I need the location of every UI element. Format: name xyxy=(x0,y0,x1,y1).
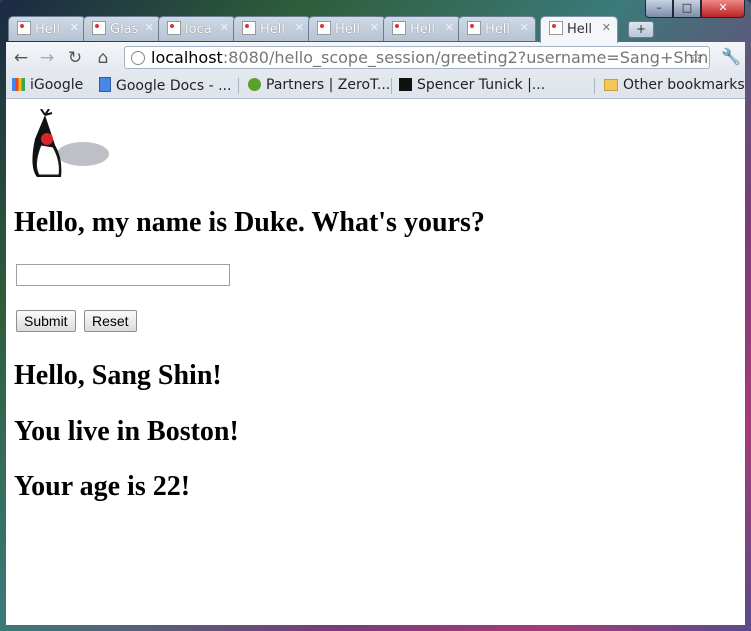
bookmark-google-docs[interactable]: Google Docs - ... xyxy=(99,77,231,94)
reset-button[interactable]: Reset xyxy=(84,310,137,332)
name-input[interactable] xyxy=(16,264,230,286)
tab-label: Hell xyxy=(35,22,60,37)
tab-close-icon[interactable]: ✕ xyxy=(220,21,229,34)
tab-label: Hell xyxy=(335,22,360,37)
bookmark-igoogle[interactable]: iGoogle xyxy=(12,77,83,93)
loading-spinner-icon xyxy=(549,21,563,35)
url-path: :8080/hello_scope_session/greeting2?user… xyxy=(222,48,709,67)
tab-label: loca xyxy=(185,22,212,37)
wrench-icon[interactable]: 🔧 xyxy=(721,47,741,66)
tab[interactable]: Hell ✕ xyxy=(8,16,86,41)
page-favicon-icon xyxy=(392,21,406,35)
globe-icon xyxy=(131,51,145,65)
bookmark-separator xyxy=(238,78,239,94)
google-icon xyxy=(12,78,25,91)
tab[interactable]: loca ✕ xyxy=(158,16,236,41)
tab-close-icon[interactable]: ✕ xyxy=(70,21,79,34)
bookmark-label: Partners | ZeroT... xyxy=(266,77,391,93)
tab-label: Glas xyxy=(110,22,139,37)
bookmark-label: Google Docs - ... xyxy=(116,78,232,94)
tab-close-icon[interactable]: ✕ xyxy=(602,21,611,34)
tab[interactable]: Hell ✕ xyxy=(458,16,536,41)
page-favicon-icon xyxy=(17,21,31,35)
tab[interactable]: Hell ✕ xyxy=(233,16,311,41)
page-favicon-icon xyxy=(167,21,181,35)
page-favicon-icon xyxy=(317,21,331,35)
bookmark-separator xyxy=(594,78,595,94)
tab-close-icon[interactable]: ✕ xyxy=(145,21,154,34)
docs-icon xyxy=(99,77,111,92)
bookmarks-bar: iGoogle Google Docs - ... Partners | Zer… xyxy=(6,74,745,99)
bookmark-label: Other bookmarks xyxy=(623,77,745,93)
tab[interactable]: Hell ✕ xyxy=(308,16,386,41)
url-host: localhost xyxy=(151,48,223,67)
toolbar: ← → ↻ ⌂ localhost:8080/hello_scope_sessi… xyxy=(6,42,745,74)
tab[interactable]: Glas ✕ xyxy=(83,16,161,41)
bookmark-separator xyxy=(391,78,392,94)
tab-strip: Hell ✕ Glas ✕ loca ✕ Hell ✕ Hell ✕ Hell ✕ Hell… xyxy=(8,16,708,43)
city-heading: You live in Boston! xyxy=(14,416,239,447)
tab-close-icon[interactable]: ✕ xyxy=(370,21,379,34)
bookmark-spencer-tunick[interactable]: Spencer Tunick |... xyxy=(399,77,545,93)
duke-mascot-image xyxy=(32,109,109,177)
browser-window: – □ ✕ Hell ✕ Glas ✕ loca ✕ Hell ✕ Hell ✕ Hell… xyxy=(0,0,751,631)
bookmark-label: Spencer Tunick |... xyxy=(417,77,546,93)
age-heading: Your age is 22! xyxy=(14,471,191,502)
page-favicon-icon xyxy=(467,21,481,35)
partners-icon xyxy=(248,78,261,91)
submit-button[interactable]: Submit xyxy=(16,310,76,332)
reload-icon[interactable]: ↻ xyxy=(64,47,86,69)
greeting-heading: Hello, Sang Shin! xyxy=(14,360,222,391)
bookmark-label: iGoogle xyxy=(30,77,84,93)
tab[interactable]: Hell ✕ xyxy=(383,16,461,41)
bookmark-partners[interactable]: Partners | ZeroT... xyxy=(248,77,390,93)
tab-close-icon[interactable]: ✕ xyxy=(445,21,454,34)
forward-arrow-icon[interactable]: → xyxy=(36,47,58,69)
tab-active[interactable]: Hell ✕ xyxy=(540,16,618,43)
tab-label: Hell xyxy=(260,22,285,37)
new-tab-button[interactable]: + xyxy=(628,21,654,38)
prompt-heading: Hello, my name is Duke. What's yours? xyxy=(14,207,485,238)
tab-label: Hell xyxy=(410,22,435,37)
back-arrow-icon[interactable]: ← xyxy=(10,47,32,69)
page-favicon-icon xyxy=(92,21,106,35)
site-icon xyxy=(399,78,412,91)
address-bar[interactable]: localhost:8080/hello_scope_session/greet… xyxy=(124,46,710,69)
tab-label: Hell xyxy=(567,22,592,37)
tab-label: Hell xyxy=(485,22,510,37)
page-content: Hello, my name is Duke. What's yours? Su… xyxy=(6,99,745,625)
folder-icon xyxy=(604,79,618,91)
bookmark-star-icon[interactable]: ☆ xyxy=(688,47,704,68)
tab-close-icon[interactable]: ✕ xyxy=(520,21,529,34)
other-bookmarks[interactable]: Other bookmarks xyxy=(604,77,745,93)
page-favicon-icon xyxy=(242,21,256,35)
home-icon[interactable]: ⌂ xyxy=(92,47,114,69)
tab-close-icon[interactable]: ✕ xyxy=(295,21,304,34)
